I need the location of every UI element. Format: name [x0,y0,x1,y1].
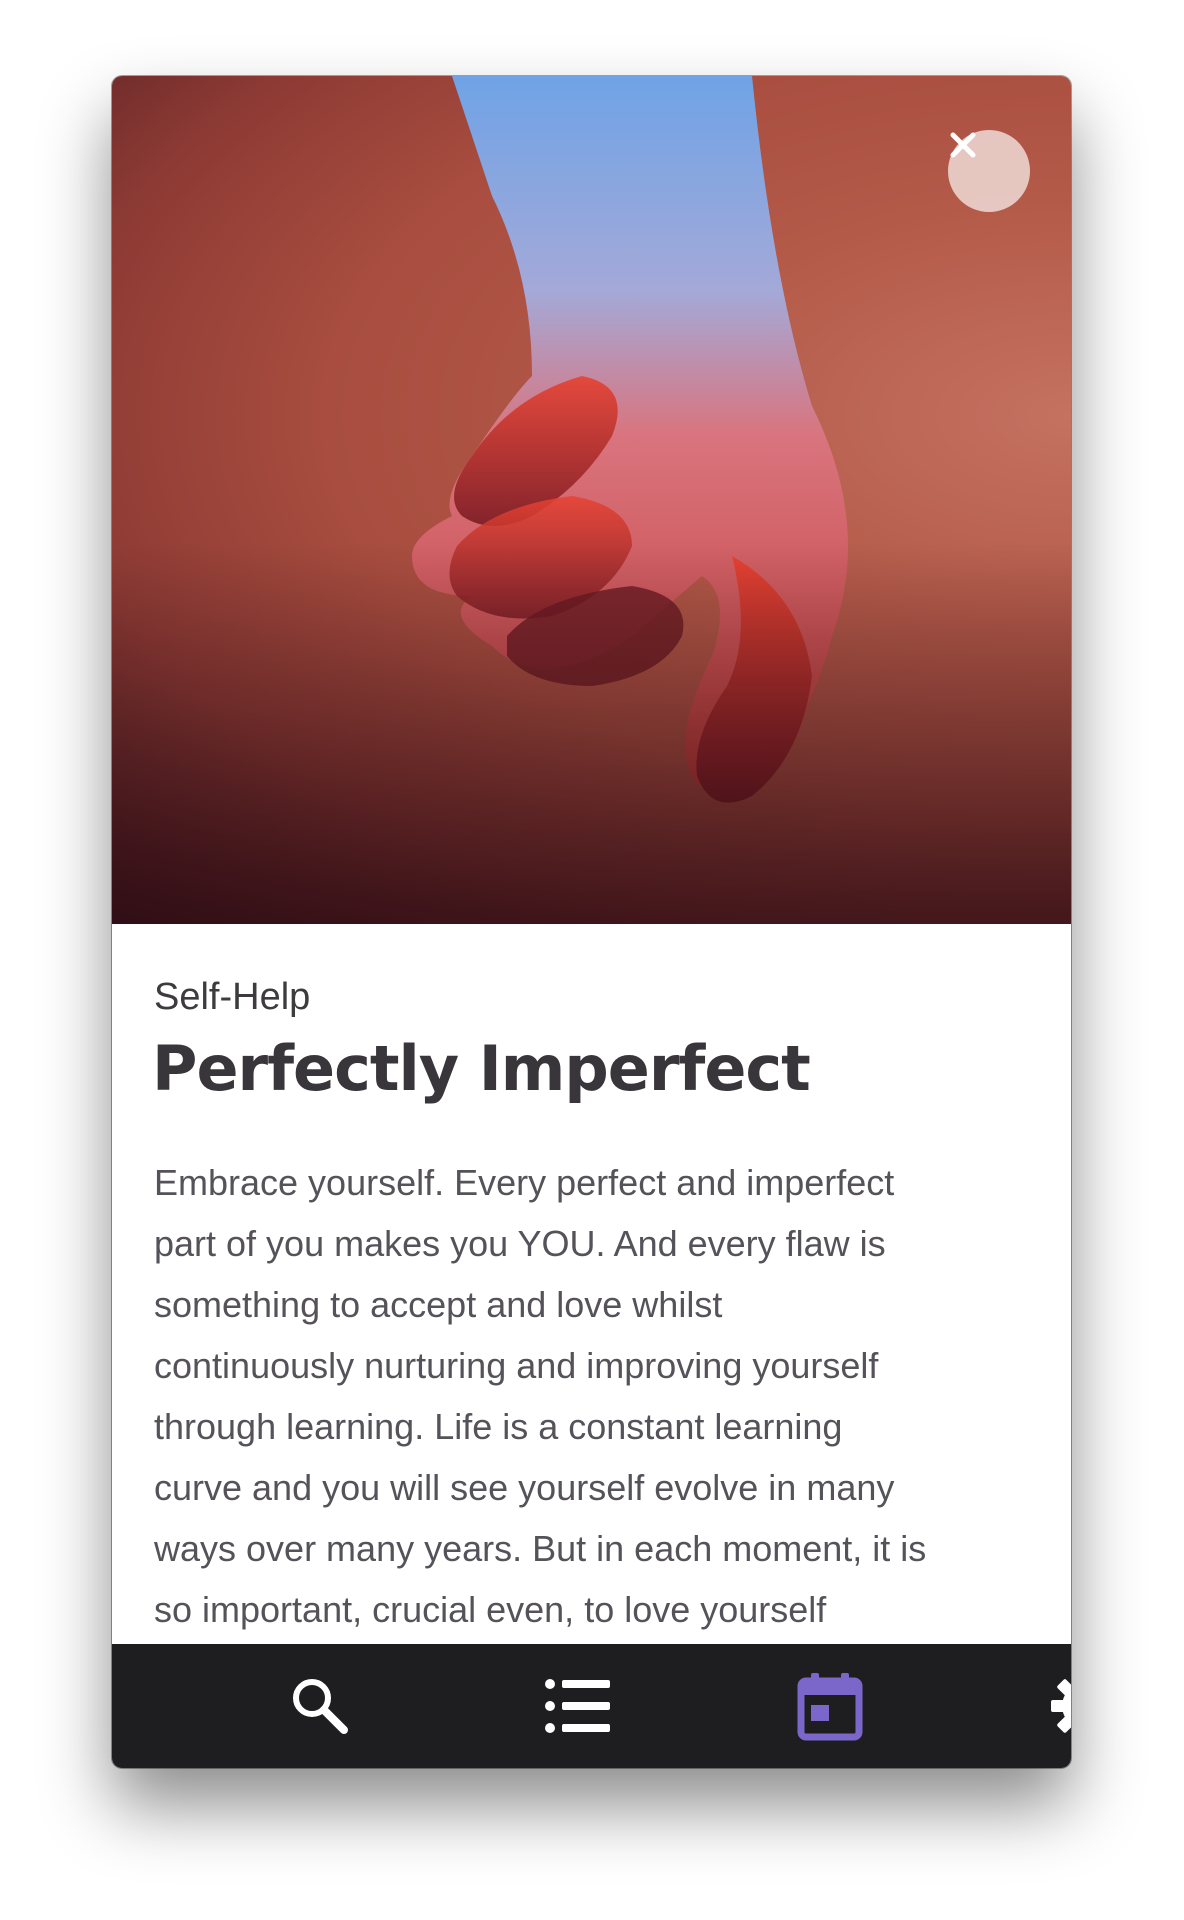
tab-search[interactable] [260,1644,380,1768]
body-line: continuously nurturing and improving you… [154,1345,879,1386]
bottom-tab-bar [112,1644,1071,1768]
article-body: Embrace yourself. Every perfect and impe… [154,1152,1034,1640]
tab-calendar[interactable] [770,1644,890,1768]
tab-list[interactable] [518,1644,638,1768]
search-icon [293,1679,348,1734]
close-icon [950,132,976,158]
body-line: so important, crucial even, to love your… [154,1589,827,1630]
body-line: something to accept and love whilst [154,1284,723,1325]
body-line: Embrace yourself. Every perfect and impe… [154,1162,895,1203]
list-icon [545,1679,610,1733]
body-line: ways over many years. But in each moment… [154,1528,927,1569]
hand-illustration [112,76,1071,924]
close-button[interactable] [948,130,1030,212]
calendar-icon [797,1673,863,1741]
article-category: Self-Help [154,976,311,1018]
app-window: Self-Help Perfectly Imperfect Embrace yo… [112,76,1071,1768]
body-line: part of you makes you YOU. And every fla… [154,1223,886,1264]
body-line: curve and you will see yourself evolve i… [154,1467,895,1508]
tab-settings[interactable] [1024,1644,1071,1768]
hero-image [112,76,1071,924]
article-content: Self-Help Perfectly Imperfect Embrace yo… [112,924,1071,1720]
gear-icon [1051,1679,1071,1733]
article-title: Perfectly Imperfect [152,1032,811,1105]
body-line: through learning. Life is a constant lea… [154,1406,843,1447]
